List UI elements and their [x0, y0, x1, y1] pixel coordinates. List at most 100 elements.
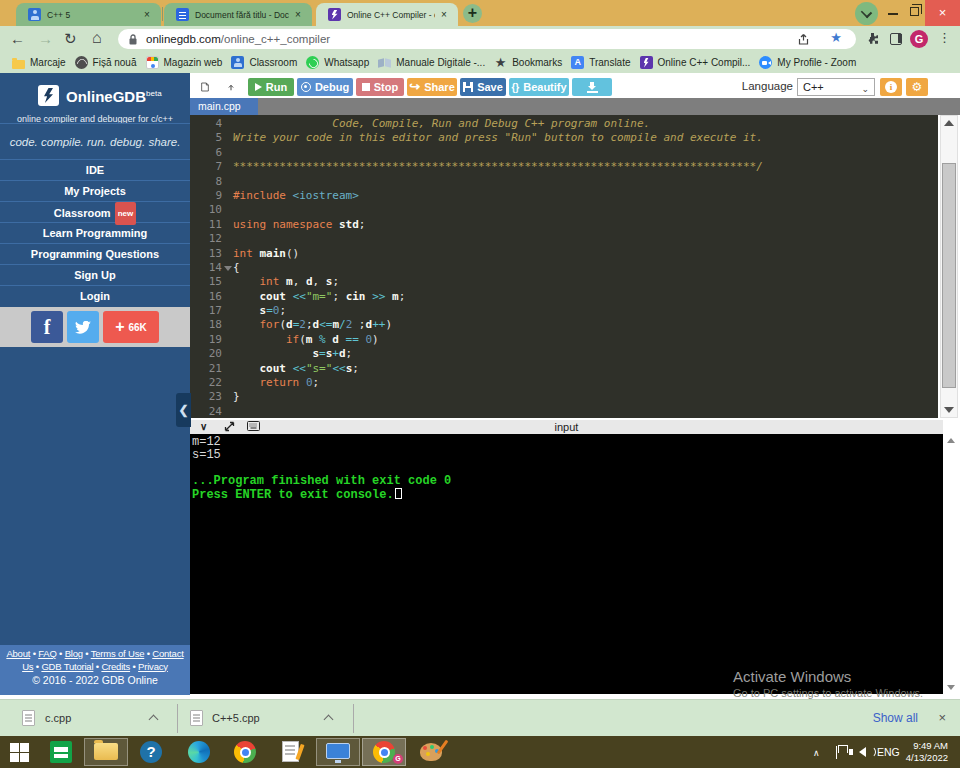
tab-close-icon[interactable]: ×	[291, 9, 305, 20]
editor-line-4[interactable]: 4 Code, Compile, Run and Debug C++ progr…	[190, 117, 938, 131]
new-file-button[interactable]	[194, 78, 216, 96]
taskbar-paint-icon[interactable]	[420, 741, 442, 761]
editor-line-14[interactable]: 14{	[190, 261, 938, 275]
reload-button[interactable]: ↻	[64, 30, 77, 48]
twitter-button[interactable]	[67, 311, 99, 343]
console-scrollbar[interactable]	[943, 434, 960, 694]
settings-button[interactable]: ⚙	[906, 78, 928, 96]
debug-button[interactable]: Debug	[297, 78, 353, 96]
footer-link-privacy[interactable]: Privacy	[138, 661, 168, 672]
footer-link-gdb-tutorial[interactable]: GDB Tutorial	[41, 661, 93, 672]
minimize-button[interactable]	[888, 13, 898, 15]
taskbar-explorer-button[interactable]	[84, 738, 128, 766]
fold-arrow-icon[interactable]	[224, 266, 232, 271]
editor-line-17[interactable]: 17 s=0;	[190, 304, 938, 318]
footer-link-terms-of-use[interactable]: Terms of Use	[91, 648, 145, 659]
bookmark-4[interactable]: Classroom	[231, 56, 297, 69]
code-editor[interactable]: 4 Code, Compile, Run and Debug C++ progr…	[190, 115, 938, 418]
info-button[interactable]: i	[880, 78, 902, 96]
editor-line-19[interactable]: 19 if(m % d == 0)	[190, 333, 938, 347]
scrollbar-thumb[interactable]	[942, 163, 956, 388]
editor-line-12[interactable]: 12	[190, 232, 938, 246]
bookmark-8[interactable]: ATranslate	[571, 56, 630, 69]
editor-line-8[interactable]: 8	[190, 175, 938, 189]
footer-link-faq[interactable]: FAQ	[38, 648, 56, 659]
sidebar-item-login[interactable]: Login	[0, 285, 190, 306]
editor-line-10[interactable]: 10	[190, 203, 938, 217]
new-tab-button[interactable]: +	[463, 4, 482, 23]
footer-link-about[interactable]: About	[6, 648, 30, 659]
editor-line-9[interactable]: 9#include <iostream>	[190, 189, 938, 203]
show-all-downloads-link[interactable]: Show all	[873, 711, 918, 725]
profile-avatar[interactable]: G	[910, 30, 928, 48]
editor-line-15[interactable]: 15 int m, d, s;	[190, 275, 938, 289]
editor-line-21[interactable]: 21 cout <<"s="<<s;	[190, 362, 938, 376]
downloads-close-icon[interactable]: ×	[938, 710, 946, 725]
bookmark-star-icon[interactable]: ★	[830, 30, 842, 45]
editor-line-20[interactable]: 20 s=s+d;	[190, 347, 938, 361]
sidebar-collapse-button[interactable]: ❮	[176, 393, 191, 427]
bookmark-2[interactable]: Fișă nouă	[75, 56, 137, 69]
bookmark-1[interactable]: Marcaje	[12, 57, 66, 69]
address-bar[interactable]: onlinegdb.com/online_c++_compiler ★	[118, 29, 856, 49]
console-output[interactable]: m=12s=15 ...Program finished with exit c…	[190, 434, 943, 694]
editor-line-5[interactable]: 5Write your code in this editor and pres…	[190, 131, 938, 145]
stop-button[interactable]: Stop	[356, 78, 404, 96]
browser-tab-1[interactable]: C++ 5×	[16, 3, 161, 26]
editor-line-23[interactable]: 23}	[190, 390, 938, 404]
download-menu-chevron[interactable]	[324, 715, 334, 725]
browser-tab-2[interactable]: Document fără titlu - Documente×	[164, 3, 312, 26]
profile-chevron-button[interactable]	[855, 2, 878, 25]
start-button[interactable]	[10, 743, 29, 762]
sidebar-item-programming-questions[interactable]: Programming Questions	[0, 243, 190, 264]
editor-scrollbar[interactable]	[938, 115, 960, 418]
download-button[interactable]	[572, 78, 612, 96]
follow-count-button[interactable]: +66K	[103, 311, 159, 343]
extensions-icon[interactable]	[866, 32, 879, 45]
sidebar-item-ide[interactable]: IDE	[0, 159, 190, 180]
restore-button[interactable]	[910, 7, 919, 16]
bookmark-9[interactable]: Online C++ Compil...	[640, 56, 751, 69]
editor-line-16[interactable]: 16 cout <<"m="; cin >> m;	[190, 290, 938, 304]
footer-link-credits[interactable]: Credits	[101, 661, 130, 672]
language-select[interactable]: C++⌄	[797, 78, 875, 96]
browser-tab-3[interactable]: Online C++ Compiler - online ed×	[316, 3, 458, 26]
footer-links[interactable]: About • FAQ • Blog • Terms of Use • Cont…	[4, 648, 186, 673]
beautify-button[interactable]: {}Beautify	[509, 78, 569, 96]
tab-close-icon[interactable]: ×	[140, 9, 154, 20]
download-menu-chevron[interactable]	[149, 715, 159, 725]
tray-expand-icon[interactable]: ∧	[813, 748, 820, 758]
tray-flag-icon[interactable]	[838, 745, 848, 753]
editor-line-18[interactable]: 18 for(d=2;d<=m/2 ;d++)	[190, 318, 938, 332]
bookmark-10[interactable]: My Profile - Zoom	[759, 56, 856, 69]
scroll-down-arrow[interactable]	[944, 407, 954, 413]
tray-clock[interactable]: 9:49 AM4/13/2022	[896, 740, 948, 764]
bookmark-7[interactable]: ★Bookmarks	[494, 56, 562, 69]
editor-line-24[interactable]: 24	[190, 405, 938, 418]
taskbar-notepad-icon[interactable]	[282, 741, 299, 762]
facebook-button[interactable]: f	[31, 311, 63, 343]
bookmark-5[interactable]: Whatsapp	[306, 56, 369, 69]
save-button[interactable]: Save	[460, 78, 506, 96]
forward-button[interactable]: →	[38, 30, 53, 47]
editor-line-13[interactable]: 13int main()	[190, 247, 938, 261]
taskbar-display-button[interactable]	[316, 738, 360, 766]
footer-link-blog[interactable]: Blog	[65, 648, 83, 659]
taskbar-store-icon[interactable]	[50, 741, 72, 763]
scroll-up-arrow[interactable]	[944, 120, 954, 126]
taskbar-help-icon[interactable]: ?	[140, 741, 162, 763]
sidebar-item-learn-programming[interactable]: Learn Programming	[0, 222, 190, 243]
taskbar-chrome-icon[interactable]	[234, 741, 256, 763]
sidebar-item-sign-up[interactable]: Sign Up	[0, 264, 190, 285]
upload-button[interactable]	[220, 78, 242, 96]
editor-line-22[interactable]: 22 return 0;	[190, 376, 938, 390]
window-close-button[interactable]: ×	[925, 0, 960, 26]
run-button[interactable]: Run	[248, 78, 294, 96]
bookmark-6[interactable]: Manuale Digitale -...	[378, 56, 485, 69]
side-panel-icon[interactable]	[890, 33, 902, 45]
file-tab-main-cpp[interactable]: main.cpp	[190, 98, 258, 115]
browser-menu-icon[interactable]: ⋮	[938, 30, 951, 45]
home-button[interactable]: ⌂	[92, 29, 102, 47]
editor-line-7[interactable]: 7***************************************…	[190, 160, 938, 174]
tab-close-icon[interactable]: ×	[437, 9, 451, 20]
